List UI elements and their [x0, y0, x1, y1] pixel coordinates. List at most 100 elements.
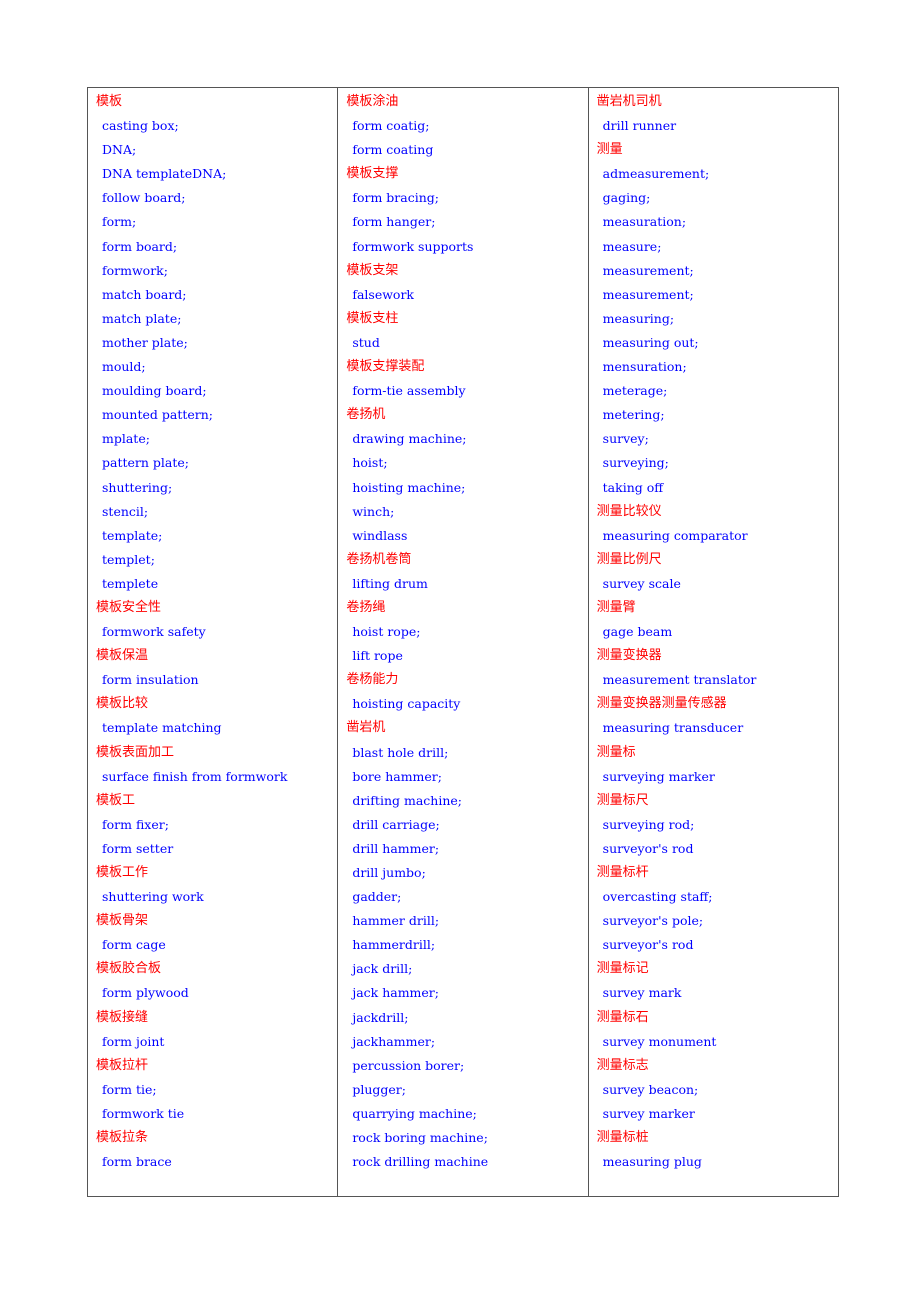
glossary-translation: formwork tie: [102, 1105, 185, 1121]
glossary-term: 模板骨架: [96, 913, 149, 929]
glossary-translation: form-tie assembly: [352, 383, 466, 399]
glossary-translation: template matching: [102, 720, 222, 736]
glossary-translation: form joint: [102, 1033, 165, 1049]
glossary-term: 测量标石: [596, 1009, 649, 1025]
glossary-translation: hammer drill;: [352, 913, 440, 929]
glossary-translation: formwork;: [102, 262, 168, 278]
glossary-term: 模板支柱: [346, 310, 399, 326]
glossary-translation: templet;: [102, 551, 155, 567]
glossary-translation: drifting machine;: [352, 792, 462, 808]
glossary-translation: pattern plate;: [102, 455, 189, 471]
glossary-translation: hoisting machine;: [352, 479, 466, 495]
glossary-translation: measuring transducer: [602, 720, 744, 736]
glossary-translation: rock drilling machine: [352, 1154, 489, 1170]
glossary-translation: surveying marker: [602, 768, 715, 784]
glossary-translation: measurement;: [602, 286, 694, 302]
glossary-translation: jack hammer;: [352, 985, 439, 1001]
glossary-translation: match plate;: [102, 310, 182, 326]
glossary-term: 卷杨能力: [346, 672, 399, 688]
glossary-term: 模板支撑装配: [346, 359, 425, 375]
glossary-translation: measuring out;: [602, 334, 699, 350]
glossary-term: 测量标桩: [596, 1130, 649, 1146]
glossary-translation: jackhammer;: [352, 1033, 436, 1049]
glossary-term: 测量变换器测量传感器: [596, 696, 727, 712]
glossary-term: 模板安全性: [96, 599, 162, 615]
glossary-term: 卷扬机: [346, 407, 386, 423]
glossary-term: 测量标: [596, 744, 636, 760]
glossary-term: 模板: [96, 94, 123, 109]
glossary-translation: drill jumbo;: [352, 865, 426, 880]
glossary-column-3: 凿岩机司机 drill runner 测量 admeasurement; gaging;…: [587, 87, 840, 1197]
glossary-translation: form coatig;: [352, 118, 430, 134]
glossary-term: 测量比例尺: [596, 551, 662, 567]
glossary-table: 模板 casting box; DNA; DNA templateDNA; follow…: [86, 87, 840, 1197]
glossary-translation: overcasting staff;: [602, 889, 713, 905]
glossary-translation: windlass: [352, 527, 408, 543]
glossary-translation: percussion borer;: [352, 1057, 465, 1073]
glossary-translation: survey scale: [602, 575, 681, 591]
glossary-term: 模板胶合板: [96, 961, 162, 977]
glossary-translation: casting box;: [102, 118, 179, 134]
glossary-translation: blast hole drill;: [352, 744, 449, 760]
glossary-translation: plugger;: [352, 1081, 406, 1097]
glossary-translation: measuring;: [602, 310, 675, 326]
glossary-translation: metering;: [602, 407, 665, 423]
glossary-column-1: 模板 casting box; DNA; DNA templateDNA; follow…: [86, 87, 339, 1197]
glossary-term: 模板涂油: [346, 94, 399, 109]
glossary-translation: surveying;: [602, 455, 669, 471]
glossary-translation: surveyor's rod: [602, 937, 694, 953]
glossary-translation: survey mark: [602, 985, 682, 1001]
glossary-term: 卷扬机卷筒: [346, 551, 412, 567]
glossary-term: 测量标尺: [596, 792, 649, 808]
glossary-translation: templete: [102, 575, 159, 591]
glossary-translation: shuttering;: [102, 479, 173, 495]
glossary-translation: bore hammer;: [352, 768, 442, 784]
glossary-translation: lifting drum: [352, 575, 428, 591]
glossary-term: 凿岩机司机: [596, 94, 662, 109]
glossary-term: 测量比较仪: [596, 503, 662, 519]
glossary-translation: stencil;: [102, 503, 149, 519]
glossary-term: 模板支架: [346, 262, 399, 278]
glossary-translation: measuring plug: [602, 1154, 702, 1170]
glossary-translation: admeasurement;: [602, 166, 710, 182]
glossary-translation: measuration;: [602, 214, 687, 230]
glossary-term: 模板比较: [96, 696, 149, 712]
glossary-translation: formwork safety: [102, 624, 206, 640]
glossary-translation: gage beam: [602, 624, 673, 640]
glossary-term: 测量标志: [596, 1057, 649, 1073]
glossary-translation: hammerdrill;: [352, 937, 436, 953]
glossary-translation: jackdrill;: [352, 1009, 409, 1025]
glossary-translation: surface finish from formwork: [102, 768, 288, 784]
glossary-column-2: 模板涂油 form coatig; form coating 模板支撑 form bra…: [337, 87, 589, 1197]
glossary-row: 模板 casting box; DNA; DNA templateDNA; follow…: [86, 87, 840, 1197]
glossary-translation: formwork supports: [352, 238, 474, 254]
glossary-translation: mensuration;: [602, 359, 687, 375]
glossary-translation: form setter: [102, 840, 174, 856]
glossary-translation: jack drill;: [352, 961, 413, 977]
glossary-translation: taking off: [602, 479, 664, 495]
glossary-translation: falsework: [352, 286, 414, 302]
glossary-translation: mplate;: [102, 431, 150, 447]
glossary-translation: form insulation: [102, 672, 199, 688]
glossary-translation: form hanger;: [352, 214, 436, 230]
glossary-translation: form bracing;: [352, 190, 439, 206]
glossary-translation: measuring comparator: [602, 527, 748, 543]
glossary-translation: shuttering work: [102, 889, 204, 905]
glossary-term: 模板工作: [96, 865, 149, 880]
glossary-translation: survey;: [602, 431, 649, 447]
glossary-translation: rock boring machine;: [352, 1130, 488, 1146]
glossary-translation: quarrying machine;: [352, 1105, 477, 1121]
glossary-translation: mother plate;: [102, 334, 188, 350]
glossary-translation: follow board;: [102, 190, 186, 206]
glossary-translation: survey beacon;: [602, 1081, 699, 1097]
glossary-translation: drawing machine;: [352, 431, 467, 447]
glossary-translation: hoist;: [352, 455, 388, 471]
glossary-translation: lift rope: [352, 648, 403, 664]
glossary-translation: match board;: [102, 286, 187, 302]
glossary-term: 测量标记: [596, 961, 649, 977]
glossary-translation: surveyor's rod: [602, 840, 694, 856]
glossary-term: 模板拉条: [96, 1130, 149, 1146]
glossary-translation: form board;: [102, 238, 178, 254]
glossary-term: 模板保温: [96, 648, 149, 664]
glossary-term: 凿岩机: [346, 720, 386, 736]
